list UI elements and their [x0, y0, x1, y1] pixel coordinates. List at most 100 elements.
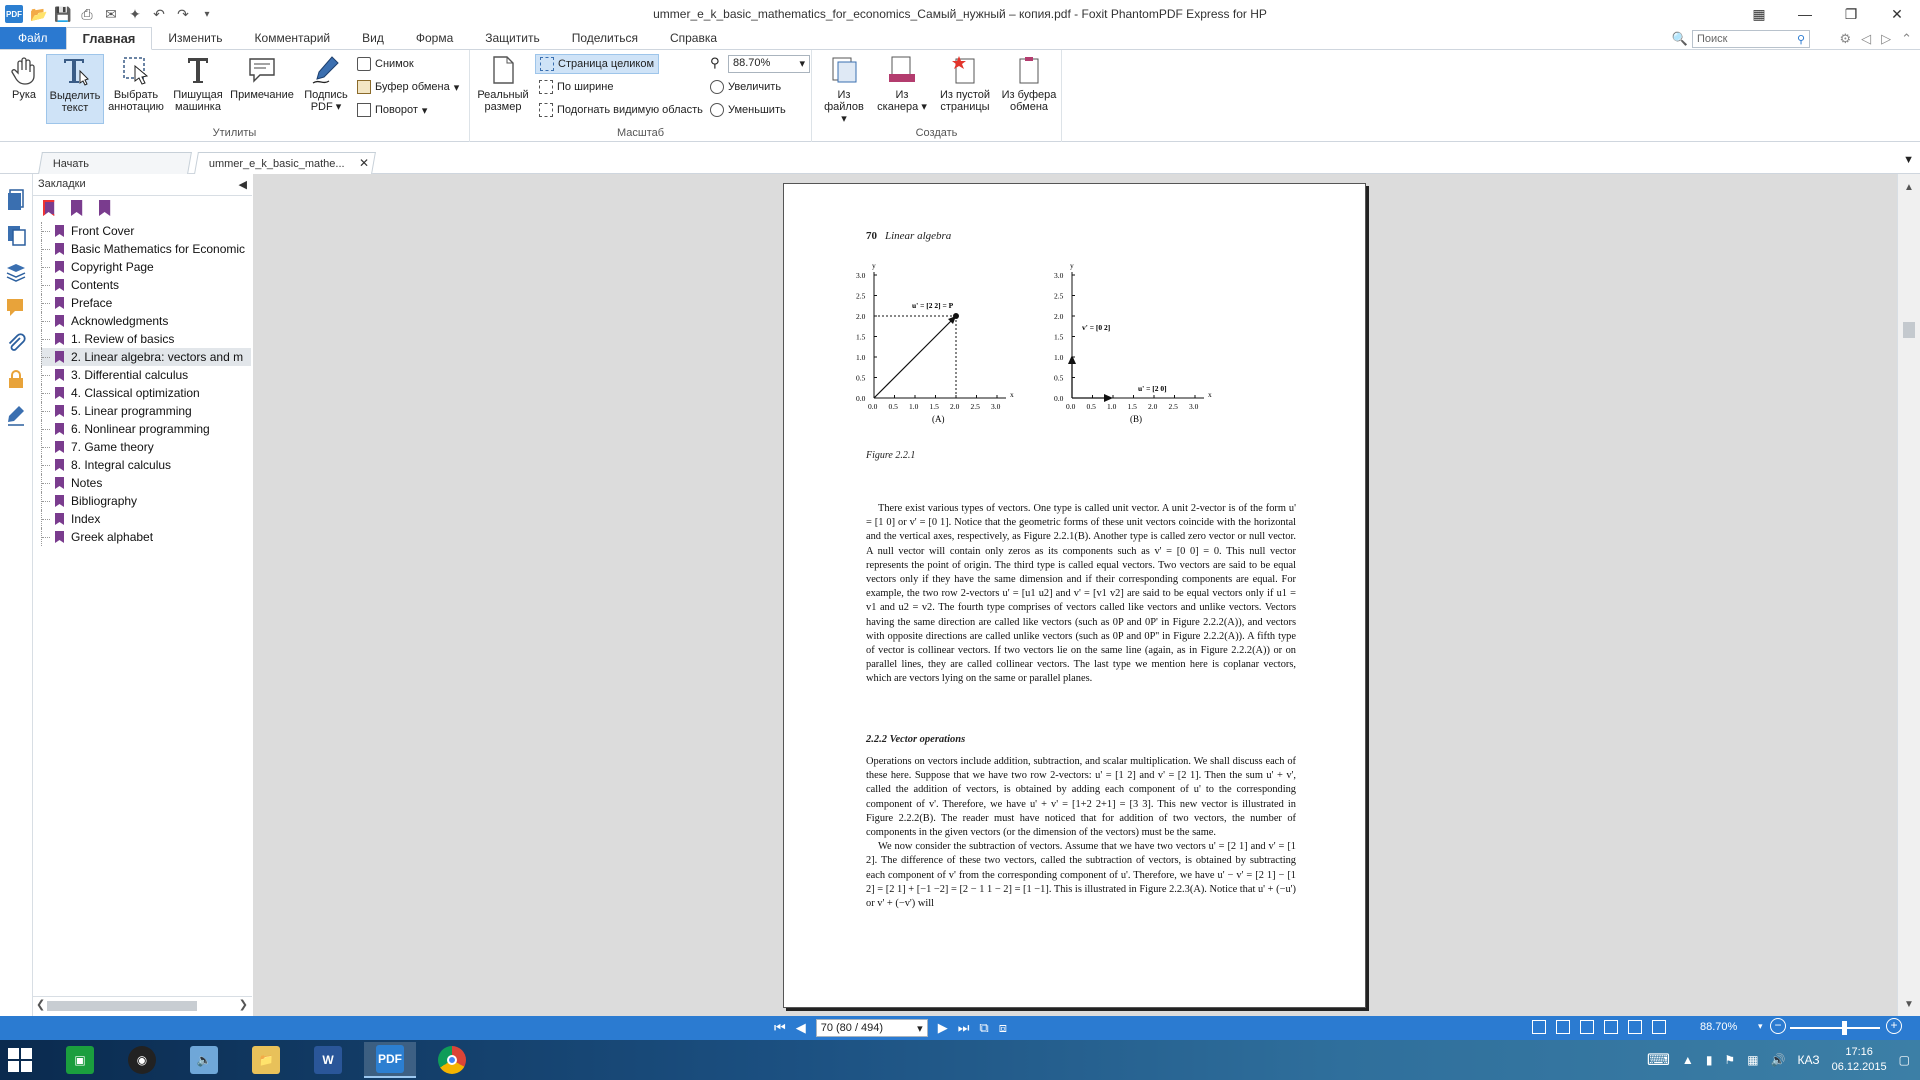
- bookmark-item[interactable]: 8. Integral calculus: [41, 456, 251, 474]
- select-text-button[interactable]: Выделить текст: [46, 54, 104, 124]
- bookmark-item[interactable]: Copyright Page: [41, 258, 251, 276]
- scroll-thumb[interactable]: [47, 1001, 197, 1011]
- taskbar-explorer[interactable]: 📁: [240, 1042, 292, 1078]
- bookmark-item[interactable]: Acknowledgments: [41, 312, 251, 330]
- from-clipboard-button[interactable]: Из буфера обмена: [998, 54, 1060, 113]
- forward-arrow-icon[interactable]: ▷: [1881, 31, 1891, 47]
- select-annotation-button[interactable]: Выбрать аннотацию: [107, 54, 165, 113]
- bookmark-item[interactable]: Preface: [41, 294, 251, 312]
- reflow-icon[interactable]: [1652, 1020, 1666, 1034]
- tab-edit[interactable]: Изменить: [152, 27, 238, 49]
- fit-width-button[interactable]: По ширине: [539, 77, 614, 97]
- back-arrow-icon[interactable]: ◁: [1861, 31, 1871, 47]
- first-page-icon[interactable]: ⏮: [774, 1020, 786, 1036]
- clipboard-button[interactable]: Буфер обмена ▾: [357, 77, 459, 97]
- taskbar-foxit[interactable]: PDF: [364, 1042, 416, 1078]
- flag-icon[interactable]: ⚑: [1724, 1053, 1735, 1067]
- taskbar-chrome[interactable]: [426, 1042, 478, 1078]
- bookmark-item[interactable]: 2. Linear algebra: vectors and m: [41, 348, 251, 366]
- note-button[interactable]: Примечание: [228, 54, 296, 101]
- tab-file[interactable]: Файл: [0, 27, 66, 49]
- network-signal-icon[interactable]: ▮: [1706, 1053, 1713, 1067]
- tab-form[interactable]: Форма: [400, 27, 469, 49]
- zoom-out-button[interactable]: Уменьшить: [710, 100, 786, 120]
- minimize-button[interactable]: —: [1782, 0, 1828, 28]
- clock[interactable]: 17:16 06.12.2015: [1832, 1045, 1887, 1075]
- bookmark-item[interactable]: Notes: [41, 474, 251, 492]
- bookmark-item[interactable]: Bibliography: [41, 492, 251, 510]
- open-folder-icon[interactable]: 📂: [29, 4, 49, 24]
- scroll-up-icon[interactable]: ▲: [1904, 182, 1914, 193]
- scroll-down-icon[interactable]: ▼: [1904, 999, 1914, 1010]
- next-view-icon[interactable]: ⧈: [999, 1020, 1007, 1036]
- taskbar-media[interactable]: ◉: [116, 1042, 168, 1078]
- search-icon[interactable]: ⚲: [1797, 33, 1805, 46]
- zoom-slider[interactable]: [1790, 1021, 1880, 1035]
- zoom-in-button[interactable]: Увеличить: [710, 77, 781, 97]
- tabs-dropdown-icon[interactable]: ▼: [1903, 154, 1914, 166]
- next-page-icon[interactable]: ▶: [938, 1020, 948, 1036]
- bookmark-item[interactable]: 3. Differential calculus: [41, 366, 251, 384]
- close-button[interactable]: ✕: [1874, 0, 1920, 28]
- bookmarks-horizontal-scrollbar[interactable]: ❮ ❯: [33, 996, 252, 1014]
- windows-start-button[interactable]: [8, 1048, 32, 1072]
- bookmark-item[interactable]: 6. Nonlinear programming: [41, 420, 251, 438]
- new-doc-icon[interactable]: ✦: [125, 4, 145, 24]
- scroll-right-icon[interactable]: ❯: [239, 998, 248, 1011]
- single-page-icon[interactable]: [1532, 1020, 1546, 1034]
- bookmark-item[interactable]: 1. Review of basics: [41, 330, 251, 348]
- redo-icon[interactable]: ↷: [173, 4, 193, 24]
- hand-tool-button[interactable]: Рука: [6, 54, 42, 101]
- facing-icon[interactable]: [1580, 1020, 1594, 1034]
- fit-visible-button[interactable]: Подогнать видимую область: [539, 100, 703, 120]
- bookmark-item[interactable]: Contents: [41, 276, 251, 294]
- from-blank-page-button[interactable]: Из пустой страницы: [934, 54, 996, 113]
- tray-expand-icon[interactable]: ▲: [1682, 1053, 1694, 1067]
- document-vertical-scrollbar[interactable]: ▲ ▼: [1897, 174, 1920, 1016]
- continuous-icon[interactable]: [1556, 1020, 1570, 1034]
- actual-size-button[interactable]: Реальный размер: [476, 54, 530, 113]
- zoom-dropdown-icon[interactable]: ▾: [1758, 1021, 1763, 1032]
- security-lock-icon[interactable]: [5, 368, 27, 390]
- email-icon[interactable]: ✉: [101, 4, 121, 24]
- tab-protect[interactable]: Защитить: [469, 27, 555, 49]
- bookmark-item[interactable]: Front Cover: [41, 222, 251, 240]
- paragraph-vector-types[interactable]: There exist various types of vectors. On…: [866, 502, 1296, 687]
- zoom-in-circle-button[interactable]: +: [1886, 1018, 1902, 1034]
- tab-share[interactable]: Поделиться: [556, 27, 654, 49]
- comments-icon[interactable]: [5, 296, 27, 318]
- expand-bookmark-icon[interactable]: [99, 200, 111, 216]
- maximize-button[interactable]: ❐: [1828, 0, 1874, 28]
- pdf-page[interactable]: 70 Linear algebra 0.0 0.5 1.0 1.5 2.0 2.5 3.0 0.…: [783, 183, 1366, 1008]
- full-screen-icon[interactable]: [1628, 1020, 1642, 1034]
- zoom-select[interactable]: 88.70% ▾: [728, 55, 810, 73]
- previous-view-icon[interactable]: ⧉: [979, 1020, 988, 1036]
- bookmark-item[interactable]: 7. Game theory: [41, 438, 251, 456]
- continuous-facing-icon[interactable]: [1604, 1020, 1618, 1034]
- save-icon[interactable]: 💾: [53, 4, 73, 24]
- close-tab-icon[interactable]: ✕: [359, 156, 369, 170]
- layers-icon[interactable]: [5, 260, 27, 282]
- bookmark-item[interactable]: 4. Classical optimization: [41, 384, 251, 402]
- typewriter-button[interactable]: Пишущая машинка: [170, 54, 226, 113]
- paragraph-vector-operations[interactable]: Operations on vectors include addition, …: [866, 755, 1296, 911]
- notifications-icon[interactable]: ▢: [1899, 1053, 1910, 1067]
- tab-view[interactable]: Вид: [346, 27, 400, 49]
- zoom-out-circle-button[interactable]: −: [1770, 1018, 1786, 1034]
- zoom-slider-knob[interactable]: [1842, 1021, 1847, 1035]
- language-indicator[interactable]: КАЗ: [1797, 1053, 1819, 1067]
- attachments-icon[interactable]: [5, 332, 27, 354]
- windows-icon[interactable]: ▦: [1747, 1053, 1758, 1067]
- print-icon[interactable]: ⎙: [77, 4, 97, 24]
- collapse-panel-icon[interactable]: ◀: [239, 178, 247, 191]
- volume-icon[interactable]: 🔊: [1771, 1053, 1786, 1067]
- ribbon-collapse-icon[interactable]: ⌃: [1901, 31, 1912, 47]
- tab-comment[interactable]: Комментарий: [239, 27, 347, 49]
- add-bookmark-icon[interactable]: [71, 200, 83, 216]
- tile-icon[interactable]: ▦: [1736, 0, 1782, 28]
- bookmark-item[interactable]: Greek alphabet: [41, 528, 251, 546]
- signatures-icon[interactable]: [5, 404, 27, 426]
- sign-pdf-button[interactable]: Подпись PDF ▾: [300, 54, 352, 113]
- tab-current-document[interactable]: ummer_e_k_basic_mathe...: [194, 152, 376, 174]
- undo-icon[interactable]: ↶: [149, 4, 169, 24]
